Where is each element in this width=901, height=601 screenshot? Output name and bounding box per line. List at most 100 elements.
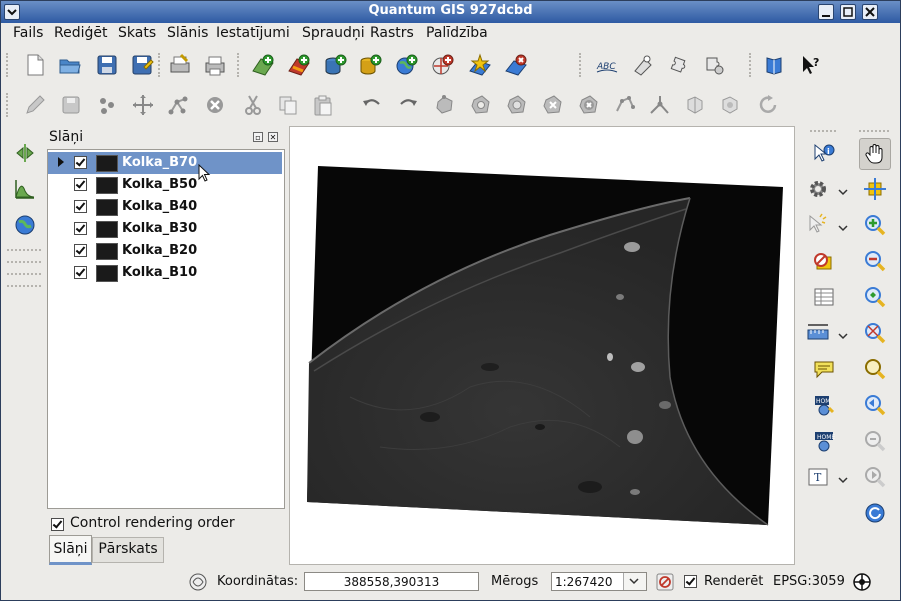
print-icon[interactable] [199,49,231,81]
merge-features-icon[interactable] [680,89,712,121]
toolbar-grip[interactable] [859,130,889,132]
layer-row-kolka-b50[interactable]: Kolka_B50 [48,174,282,196]
select-features-icon[interactable] [802,209,834,241]
toolbar-grip[interactable] [579,53,585,77]
layer-row-kolka-b30[interactable]: Kolka_B30 [48,218,282,240]
layer-visibility-checkbox[interactable] [74,222,87,235]
layer-row-kolka-b70[interactable]: Kolka_B70 [48,152,282,174]
menu-rastrs[interactable]: Rastrs [370,25,414,41]
render-checkbox[interactable] [684,575,697,588]
layer-tree[interactable]: Kolka_B70 Kolka_B50 Kolka_B40 Kolka_B30 [47,149,285,509]
toolbar-grip[interactable] [810,130,836,132]
zoom-next-disabled-icon[interactable] [859,461,891,493]
toolbar-grip[interactable] [7,285,41,287]
toolbar-grip[interactable] [749,53,755,77]
layer-row-kolka-b40[interactable]: Kolka_B40 [48,196,282,218]
save-as-icon[interactable] [126,49,158,81]
cut-features-icon[interactable] [237,89,269,121]
globe-icon[interactable] [9,209,41,241]
expand-arrow-icon[interactable] [58,245,64,255]
delete-selected-icon[interactable] [199,89,231,121]
add-spatialite-layer-icon[interactable] [354,49,386,81]
add-feature-icon[interactable] [91,89,123,121]
chevron-down-icon[interactable] [838,473,848,488]
layer-visibility-checkbox[interactable] [74,200,87,213]
tab-slani[interactable]: Slāņi [49,535,92,565]
merge-attributes-icon[interactable] [715,89,747,121]
redo-icon[interactable] [392,89,424,121]
toolbar-grip[interactable] [6,93,12,117]
plugin-manager-icon[interactable] [663,49,695,81]
chevron-down-icon[interactable] [623,573,646,590]
delete-ring-icon[interactable] [537,89,569,121]
rotate-symbols-icon[interactable] [752,89,784,121]
stop-render-icon[interactable] [655,572,675,596]
toggle-overview-icon[interactable] [9,137,41,169]
zoom-to-selection-icon[interactable] [859,317,891,349]
split-features-icon[interactable] [644,89,676,121]
no-select-icon[interactable] [808,245,840,277]
toolbar-grip[interactable] [7,249,41,251]
simplify-feature-icon[interactable] [429,89,461,121]
map-canvas[interactable] [289,126,795,565]
expand-arrow-icon[interactable] [58,223,64,233]
expand-arrow-icon[interactable] [58,201,64,211]
toolbar-grip[interactable] [237,53,243,77]
projection-icon[interactable] [852,572,872,596]
identify-icon[interactable]: i [808,138,840,170]
whats-this-icon[interactable]: ? [795,49,827,81]
close-button[interactable] [862,4,878,20]
toolbar-grip[interactable] [6,53,12,77]
layer-visibility-checkbox[interactable] [74,156,87,169]
settings-gear-icon[interactable] [802,173,834,205]
measure-icon[interactable] [802,317,834,349]
add-raster-layer-icon[interactable] [283,49,315,81]
label-icon[interactable]: ABC [591,49,623,81]
menu-palidziba[interactable]: Palīdzība [426,25,488,41]
minimize-button[interactable] [818,4,834,20]
save-edits-icon[interactable] [55,89,87,121]
new-vector-layer-icon[interactable] [464,49,496,81]
crs-label[interactable]: EPSG:3059 [773,574,845,589]
add-postgis-layer-icon[interactable] [319,49,351,81]
help-contents-icon[interactable] [758,49,790,81]
chevron-down-icon[interactable] [838,185,848,200]
move-feature-icon[interactable] [127,89,159,121]
open-project-icon[interactable] [54,49,86,81]
add-part-icon[interactable] [501,89,533,121]
toggle-extents-icon[interactable] [188,572,208,596]
pan-to-selected-icon[interactable] [859,173,891,205]
layer-visibility-checkbox[interactable] [74,178,87,191]
toggle-editing-icon[interactable] [19,89,51,121]
scale-combo[interactable]: 1:267420 [551,572,647,591]
text-annotation-icon[interactable]: T [802,461,834,493]
layer-row-kolka-b20[interactable]: Kolka_B20 [48,240,282,262]
float-panel-icon[interactable]: ▫ [253,132,263,142]
menu-rediget[interactable]: Rediģēt [54,25,107,41]
reshape-features-icon[interactable] [609,89,641,121]
expand-arrow-icon[interactable] [58,267,64,277]
add-wms-layer-icon[interactable] [390,49,422,81]
toolbar-grip[interactable] [7,273,41,275]
zoom-out-icon[interactable] [859,245,891,277]
zoom-in-icon[interactable] [859,209,891,241]
node-tool-icon[interactable] [163,89,195,121]
menu-skats[interactable]: Skats [118,25,156,41]
home-up-icon[interactable]: HOM [808,389,840,421]
refresh-icon[interactable] [859,497,891,529]
delete-part-icon[interactable] [573,89,605,121]
menu-slanis[interactable]: Slānis [167,25,208,41]
undo-icon[interactable] [356,89,388,121]
georeferencer-icon[interactable] [627,49,659,81]
layer-visibility-checkbox[interactable] [74,244,87,257]
expand-arrow-icon[interactable] [58,179,64,189]
close-panel-icon[interactable]: ✕ [268,132,278,142]
copy-features-icon[interactable] [272,89,304,121]
attribute-table-icon[interactable] [808,281,840,313]
menu-iestatijumi[interactable]: Iestatījumi [216,25,290,41]
menu-spraudni[interactable]: Spraudņi [302,25,365,41]
annotation-icon[interactable] [808,353,840,385]
layer-visibility-checkbox[interactable] [74,266,87,279]
control-rendering-order-checkbox[interactable] [51,518,64,531]
add-vector-layer-icon[interactable] [247,49,279,81]
